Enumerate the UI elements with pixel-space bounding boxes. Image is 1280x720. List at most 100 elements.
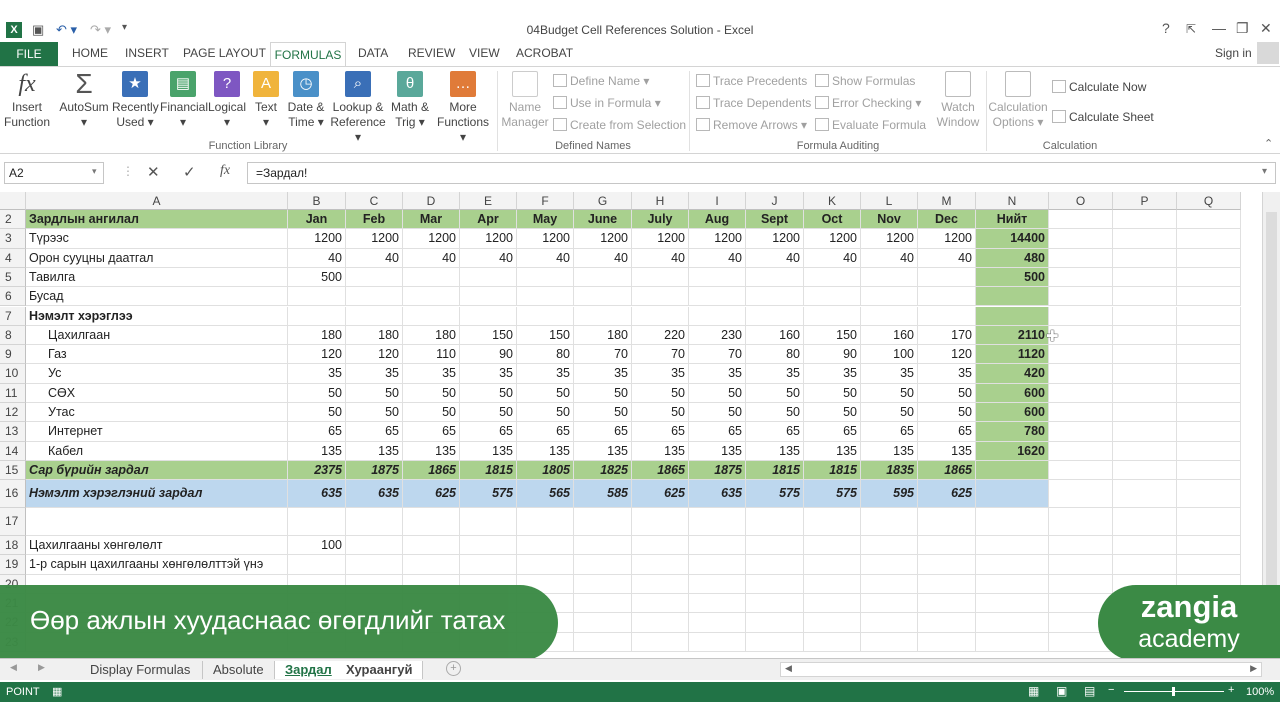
cell-j[interactable]: 65	[746, 422, 804, 442]
cell-q[interactable]	[1177, 441, 1241, 461]
close-icon[interactable]: ✕	[1260, 20, 1272, 37]
column-header-l[interactable]: L	[861, 192, 918, 210]
cell-i[interactable]: 635	[689, 480, 746, 509]
page-layout-view-icon[interactable]: ▣	[1056, 684, 1067, 698]
cell-c[interactable]	[346, 267, 403, 288]
cell-m[interactable]: 40	[918, 248, 976, 268]
cell-i[interactable]	[689, 574, 746, 595]
cell-e[interactable]: 50	[460, 403, 517, 423]
cell-n[interactable]	[976, 613, 1049, 633]
cell-h[interactable]: 1865	[632, 460, 689, 481]
cell-l[interactable]	[861, 306, 918, 326]
cell-m[interactable]	[918, 594, 976, 614]
watch-window-button[interactable]: Watch Window	[932, 71, 984, 130]
cell-b[interactable]: 65	[288, 422, 346, 442]
cell-a[interactable]: Нэмэлт хэрэглэний зардал	[26, 480, 288, 509]
row-header[interactable]: 19	[0, 555, 26, 575]
row-header[interactable]: 8	[0, 325, 26, 346]
cell-p[interactable]	[1113, 403, 1177, 423]
cell-p[interactable]	[1113, 555, 1177, 575]
cell-q[interactable]	[1177, 508, 1241, 537]
define-name-button[interactable]: Define Name ▾	[553, 73, 649, 89]
column-header-b[interactable]: B	[288, 192, 346, 210]
column-header-p[interactable]: P	[1113, 192, 1177, 210]
cell-a[interactable]: Утас	[26, 403, 288, 423]
cell-g[interactable]: 65	[574, 422, 632, 442]
cell-n[interactable]	[976, 632, 1049, 652]
show-formulas-button[interactable]: Show Formulas	[815, 73, 915, 89]
cell-d[interactable]	[403, 306, 460, 326]
cell-l[interactable]: 135	[861, 441, 918, 461]
column-header-e[interactable]: E	[460, 192, 517, 210]
cell-c[interactable]	[346, 287, 403, 307]
cell-g[interactable]	[574, 306, 632, 326]
cell-e[interactable]	[460, 287, 517, 307]
cell-b[interactable]: 1200	[288, 229, 346, 249]
cell-b[interactable]	[288, 508, 346, 537]
tab-insert[interactable]: INSERT	[125, 46, 169, 60]
horizontal-scrollbar[interactable]: ◀ ▶	[780, 662, 1262, 677]
column-header-o[interactable]: O	[1049, 192, 1113, 210]
cell-h[interactable]	[632, 632, 689, 652]
cell-l[interactable]: 50	[861, 403, 918, 423]
cell-p[interactable]	[1113, 210, 1177, 230]
cell-i[interactable]	[689, 287, 746, 307]
cell-c[interactable]: 1875	[346, 460, 403, 481]
cell-h[interactable]: 35	[632, 364, 689, 384]
expand-formula-bar-icon[interactable]: ▾	[1262, 166, 1267, 177]
cell-i[interactable]	[689, 508, 746, 537]
cell-i[interactable]: 1875	[689, 460, 746, 481]
cell-g[interactable]: 70	[574, 345, 632, 365]
cell-d[interactable]	[403, 555, 460, 575]
cell-k[interactable]: 65	[804, 422, 861, 442]
new-sheet-icon[interactable]: +	[446, 661, 461, 676]
cell-q[interactable]	[1177, 364, 1241, 384]
cell-j[interactable]: 35	[746, 364, 804, 384]
cell-h[interactable]: 50	[632, 383, 689, 403]
cell-o[interactable]	[1049, 536, 1113, 556]
cell-p[interactable]	[1113, 325, 1177, 346]
cell-a[interactable]: Нэмэлт хэрэглээ	[26, 306, 288, 326]
scroll-right-icon[interactable]: ▶	[1250, 663, 1257, 674]
cell-c[interactable]: 50	[346, 403, 403, 423]
cell-g[interactable]: 585	[574, 480, 632, 509]
cell-k[interactable]: 1200	[804, 229, 861, 249]
cell-c[interactable]: 65	[346, 422, 403, 442]
cell-f[interactable]	[517, 267, 574, 288]
cell-j[interactable]	[746, 574, 804, 595]
cell-d[interactable]: 40	[403, 248, 460, 268]
cell-g[interactable]: 50	[574, 403, 632, 423]
cell-i[interactable]: 65	[689, 422, 746, 442]
cell-b[interactable]: 50	[288, 403, 346, 423]
cell-k[interactable]: 135	[804, 441, 861, 461]
cell-n[interactable]: 420	[976, 364, 1049, 384]
cell-g[interactable]: 40	[574, 248, 632, 268]
cell-q[interactable]	[1177, 555, 1241, 575]
cell-e[interactable]: 575	[460, 480, 517, 509]
row-header[interactable]: 6	[0, 287, 26, 307]
tab-page-layout[interactable]: PAGE LAYOUT	[183, 46, 266, 60]
row-header[interactable]: 9	[0, 345, 26, 365]
cell-d[interactable]	[403, 508, 460, 537]
cell-k[interactable]	[804, 267, 861, 288]
horizontal-scroll-thumb[interactable]	[797, 665, 1237, 674]
cell-i[interactable]: 1200	[689, 229, 746, 249]
cell-o[interactable]	[1049, 287, 1113, 307]
cell-i[interactable]	[689, 267, 746, 288]
cell-o[interactable]	[1049, 555, 1113, 575]
cell-l[interactable]: 1835	[861, 460, 918, 481]
row-header[interactable]: 4	[0, 248, 26, 268]
row-header[interactable]: 17	[0, 508, 26, 537]
cell-j[interactable]	[746, 594, 804, 614]
cell-m[interactable]	[918, 536, 976, 556]
cell-i[interactable]: 230	[689, 325, 746, 346]
cell-o[interactable]	[1049, 248, 1113, 268]
zoom-out-icon[interactable]: −	[1108, 684, 1114, 696]
cell-f[interactable]: 65	[517, 422, 574, 442]
cell-n[interactable]: 600	[976, 403, 1049, 423]
cell-b[interactable]: 500	[288, 267, 346, 288]
cell-g[interactable]: 35	[574, 364, 632, 384]
cell-l[interactable]: Nov	[861, 210, 918, 230]
cell-c[interactable]	[346, 306, 403, 326]
cell-m[interactable]	[918, 508, 976, 537]
